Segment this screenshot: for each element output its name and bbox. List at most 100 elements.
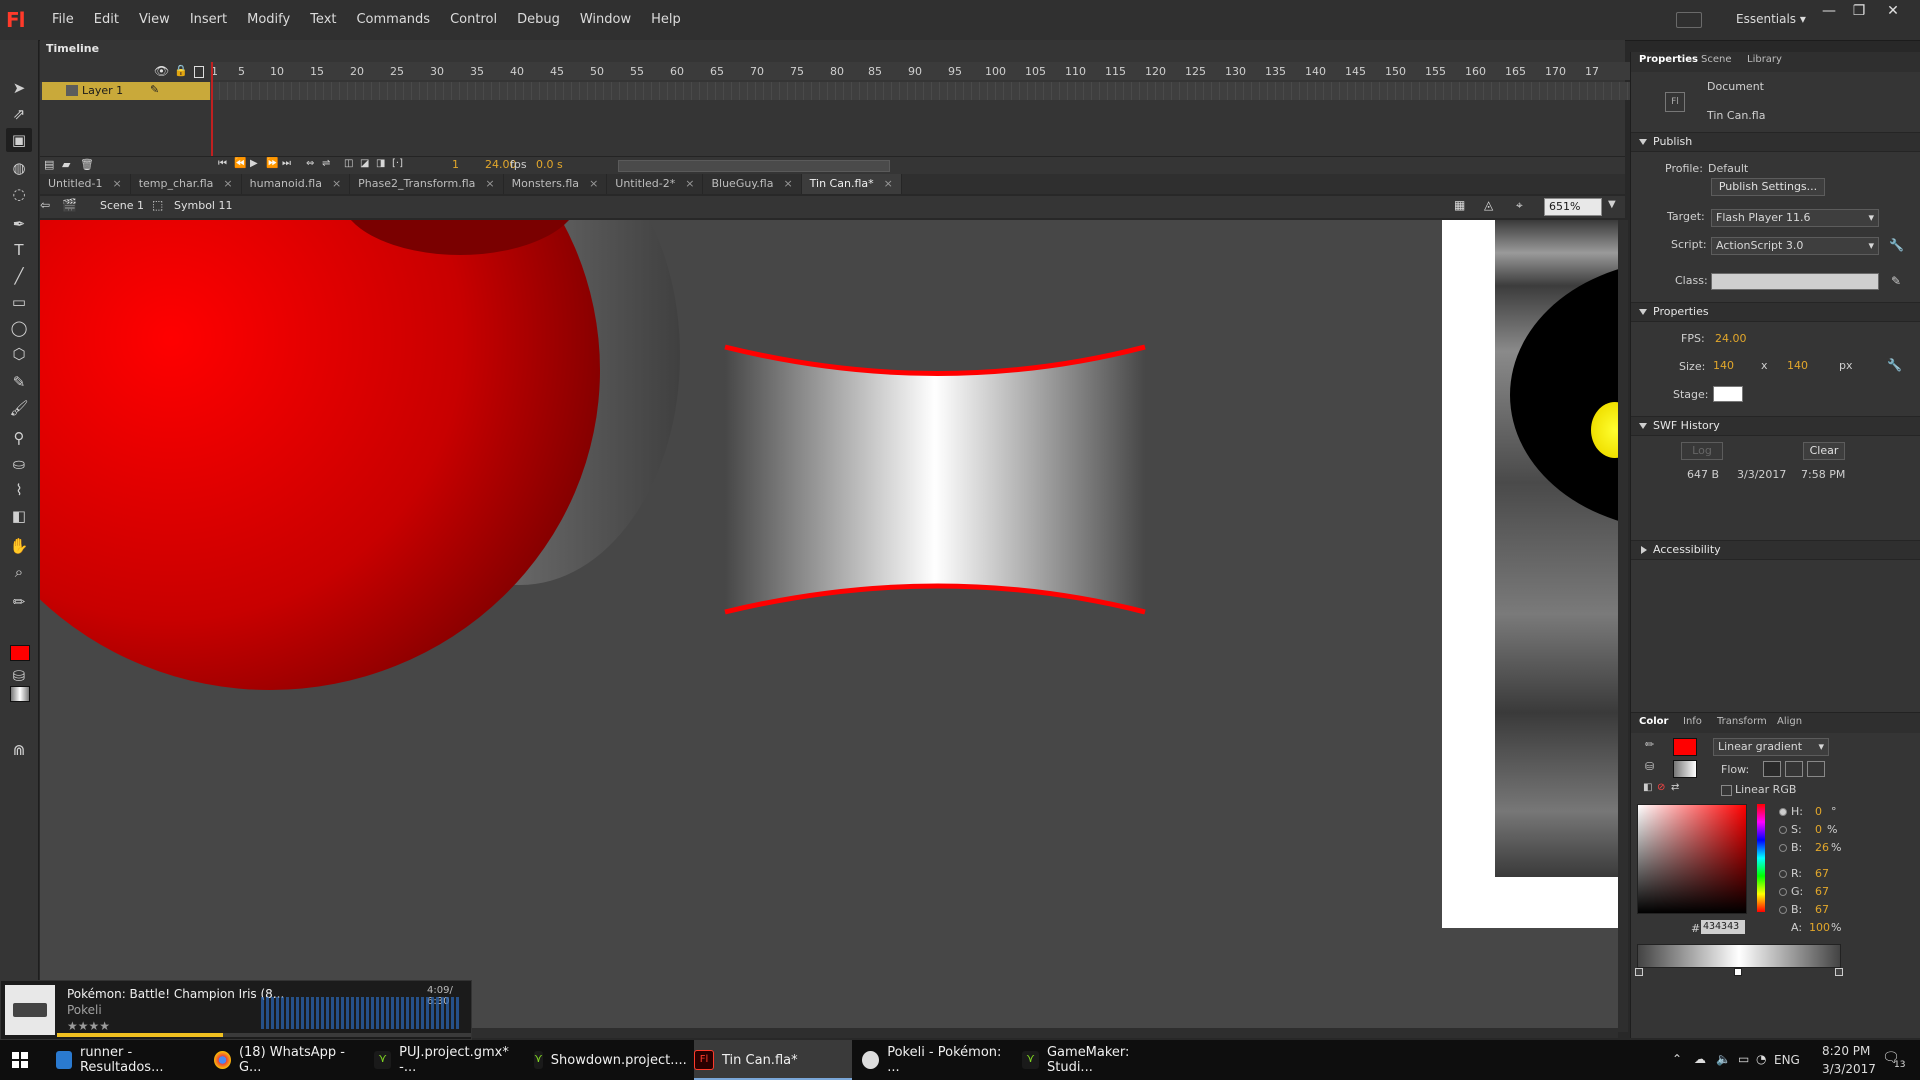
text-tool-icon[interactable]: T xyxy=(6,238,32,262)
play-icon[interactable]: ▶ xyxy=(250,158,258,169)
stroke-color-swatch[interactable] xyxy=(10,645,30,661)
section-properties[interactable]: Properties xyxy=(1631,302,1920,322)
close-tab-icon[interactable]: × xyxy=(685,177,694,190)
new-layer-icon[interactable]: ▤ xyxy=(44,158,54,171)
tab-info[interactable]: Info xyxy=(1683,716,1702,732)
section-swf-history[interactable]: SWF History xyxy=(1631,416,1920,436)
doc-tab[interactable]: Phase2_Transform.fla × xyxy=(350,174,504,194)
eye-icon[interactable]: 👁 xyxy=(154,64,169,78)
outline-icon[interactable] xyxy=(194,66,204,78)
subselection-tool-icon[interactable]: ⇗ xyxy=(6,102,32,126)
pen-tool-icon[interactable]: ✒ xyxy=(6,212,32,236)
class-input[interactable] xyxy=(1711,273,1879,290)
oval-tool-icon[interactable]: ◯ xyxy=(6,316,32,340)
flow-repeat-icon[interactable] xyxy=(1807,761,1825,777)
doc-tab[interactable]: Monsters.fla × xyxy=(504,174,608,194)
close-tab-icon[interactable]: × xyxy=(485,177,494,190)
eraser-tool-icon[interactable]: ◧ xyxy=(6,504,32,528)
taskbar-item-flash[interactable]: Fl Tin Can.fla* xyxy=(694,1040,852,1080)
menu-commands[interactable]: Commands xyxy=(346,12,440,27)
color-picker-field[interactable] xyxy=(1637,804,1747,914)
battery-icon[interactable]: ▭ xyxy=(1738,1052,1749,1066)
close-tab-icon[interactable]: × xyxy=(332,177,341,190)
s-value[interactable]: 0 xyxy=(1815,823,1822,836)
swap-colors-icon[interactable]: ⇄ xyxy=(1671,782,1679,793)
progress-track[interactable] xyxy=(57,1033,471,1037)
gradient-stop-right[interactable] xyxy=(1835,968,1843,976)
menu-view[interactable]: View xyxy=(129,12,180,27)
zoom-tool-icon[interactable]: ⌕ xyxy=(6,560,32,584)
b-radio[interactable] xyxy=(1779,844,1787,852)
hue-slider[interactable] xyxy=(1757,804,1765,912)
tab-scene[interactable]: Scene xyxy=(1701,54,1732,70)
step-forward-icon[interactable]: ⏩ xyxy=(266,158,278,169)
center-frame-icon[interactable]: ⇌ xyxy=(322,158,330,169)
timeline-tab[interactable]: Timeline xyxy=(46,42,99,55)
bone-tool-icon[interactable]: ⚲ xyxy=(6,426,32,450)
rating-stars[interactable]: ★★★★ xyxy=(67,1019,110,1033)
doc-tab[interactable]: Untitled-2* × xyxy=(607,174,704,194)
edit-scene-icon[interactable]: ▦ xyxy=(1454,198,1465,212)
menu-help[interactable]: Help xyxy=(641,12,691,27)
tab-align[interactable]: Align xyxy=(1777,716,1802,732)
r-radio[interactable] xyxy=(1779,870,1787,878)
r-value[interactable]: 67 xyxy=(1815,867,1829,880)
onion-outline-icon[interactable]: ◪ xyxy=(360,158,369,169)
menu-debug[interactable]: Debug xyxy=(507,12,570,27)
wifi-icon[interactable]: ◔ xyxy=(1756,1052,1766,1066)
zoom-input[interactable]: 651% xyxy=(1544,198,1602,216)
onion-skin-icon[interactable]: ◫ xyxy=(344,158,353,169)
wrench-icon[interactable]: 🔧 xyxy=(1887,358,1902,372)
b-value[interactable]: 26 xyxy=(1815,841,1829,854)
no-color-icon[interactable]: ⊘ xyxy=(1657,782,1665,793)
go-to-first-frame-icon[interactable]: ⏮ xyxy=(218,158,227,169)
g-radio[interactable] xyxy=(1779,888,1787,896)
breadcrumb-scene[interactable]: Scene 1 xyxy=(100,199,144,212)
menu-insert[interactable]: Insert xyxy=(180,12,237,27)
script-dropdown[interactable]: ActionScript 3.0 ▾ xyxy=(1711,237,1879,255)
line-tool-icon[interactable]: ╱ xyxy=(6,264,32,288)
doc-tab[interactable]: Untitled-1 × xyxy=(40,174,131,194)
close-tab-icon[interactable]: × xyxy=(112,177,121,190)
gradient-bar[interactable] xyxy=(1637,944,1841,968)
clear-button[interactable]: Clear xyxy=(1803,442,1845,460)
blue-radio[interactable] xyxy=(1779,906,1787,914)
chevron-up-icon[interactable]: ⌃ xyxy=(1672,1052,1682,1066)
tin-can-body[interactable] xyxy=(725,347,1145,612)
taskbar-item-chrome[interactable]: (18) WhatsApp - G... xyxy=(214,1040,364,1080)
stage-canvas[interactable] xyxy=(40,220,1618,1032)
fps-value[interactable]: 24.00 xyxy=(1715,332,1747,345)
go-to-last-frame-icon[interactable]: ⏭ xyxy=(282,158,291,169)
alpha-value[interactable]: 100 xyxy=(1809,921,1830,934)
menu-window[interactable]: Window xyxy=(570,12,641,27)
doc-tab[interactable]: temp_char.fla × xyxy=(131,174,242,194)
fill-bucket-icon[interactable]: ⛁ xyxy=(1645,760,1654,773)
s-radio[interactable] xyxy=(1779,826,1787,834)
taskbar-item-gamemaker-1[interactable]: ⋎ PUJ.project.gmx* -... xyxy=(374,1040,524,1080)
edit-multiple-frames-icon[interactable]: ◨ xyxy=(376,158,385,169)
section-publish[interactable]: Publish xyxy=(1631,132,1920,152)
restore-icon[interactable]: ❐ xyxy=(1846,2,1872,20)
tab-properties[interactable]: Properties xyxy=(1639,54,1698,70)
tab-color[interactable]: Color xyxy=(1639,716,1668,732)
height-value[interactable]: 140 xyxy=(1787,359,1808,372)
volume-icon[interactable]: 🔈 xyxy=(1716,1052,1731,1066)
publish-settings-button[interactable]: Publish Settings... xyxy=(1711,178,1825,196)
polystar-tool-icon[interactable]: ⬡ xyxy=(6,342,32,366)
selection-tool-icon[interactable]: ➤ xyxy=(6,76,32,100)
snap-to-objects-icon[interactable]: ⋒ xyxy=(6,738,32,762)
elapsed-time[interactable]: 0.0 s xyxy=(536,158,563,171)
sync-settings-icon[interactable] xyxy=(1676,12,1702,28)
eyedropper-tool-icon[interactable]: ⌇ xyxy=(6,478,32,502)
edit-symbols-icon[interactable]: ◬ xyxy=(1484,198,1493,212)
layer-name[interactable]: Layer 1 xyxy=(82,84,123,97)
close-tab-icon[interactable]: × xyxy=(589,177,598,190)
frames-grid[interactable] xyxy=(211,82,1651,100)
stroke-pencil-icon[interactable]: ✏ xyxy=(1645,738,1654,751)
onedrive-icon[interactable]: ☁ xyxy=(1694,1052,1706,1066)
brush-tool-icon[interactable]: 🖌 xyxy=(6,396,32,420)
wrench-icon[interactable]: 🔧 xyxy=(1889,238,1904,252)
current-frame[interactable]: 1 xyxy=(452,158,459,171)
vertical-scrollbar[interactable] xyxy=(1618,220,1628,1032)
doc-tab[interactable]: BlueGuy.fla × xyxy=(703,174,802,194)
